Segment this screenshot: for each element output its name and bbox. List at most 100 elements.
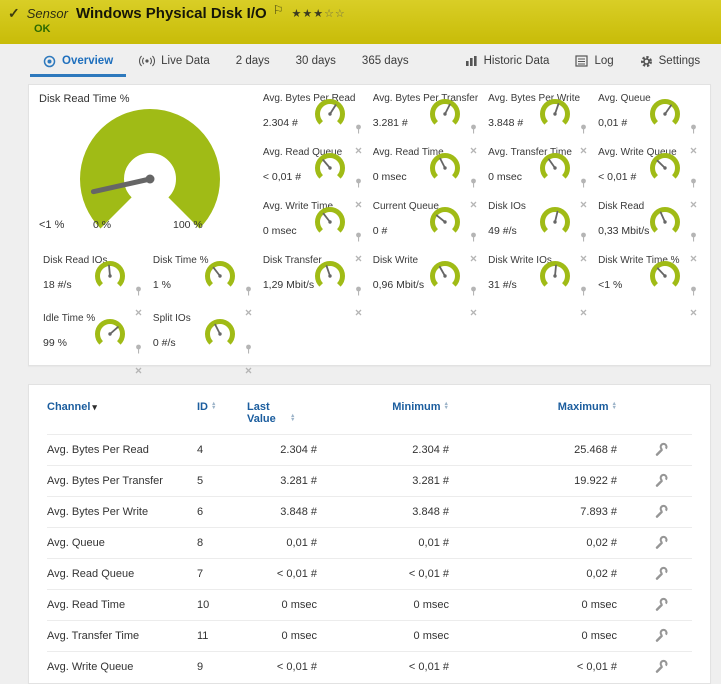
channel-row[interactable]: Avg. Queue80,01 #0,01 #0,02 # xyxy=(47,528,692,559)
gauge-action-icons[interactable] xyxy=(135,341,142,379)
channel-settings-icon[interactable] xyxy=(654,535,668,552)
tab-overview[interactable]: Overview xyxy=(30,48,126,77)
gauge-remove-icon[interactable] xyxy=(135,361,142,379)
tab-365-days[interactable]: 365 days xyxy=(349,48,422,77)
tab-30-days[interactable]: 30 days xyxy=(283,48,349,77)
channel-minimum-cell: 2.304 # xyxy=(317,435,449,466)
gauge-pin-icon[interactable] xyxy=(135,283,142,301)
gauge-action-icons[interactable] xyxy=(690,283,697,321)
channel-id-cell: 11 xyxy=(197,621,247,652)
channel-gauge-cell[interactable]: Split IOs 0 #/s xyxy=(147,311,257,367)
stars-empty[interactable]: ☆☆ xyxy=(324,8,346,20)
channel-gauge-dial xyxy=(313,97,347,131)
channel-gauge-cell[interactable]: Avg. Transfer Time 0 msec xyxy=(482,145,592,199)
gauge-pin-icon[interactable] xyxy=(470,175,477,193)
gauge-pin-icon[interactable] xyxy=(135,341,142,359)
gauge-pin-icon[interactable] xyxy=(355,121,362,139)
channel-row[interactable]: Avg. Bytes Per Transfer53.281 #3.281 #19… xyxy=(47,466,692,497)
gauge-pin-icon[interactable] xyxy=(245,341,252,359)
channel-gauge-cell[interactable]: Avg. Queue 0,01 # xyxy=(592,91,702,145)
gauge-pin-icon[interactable] xyxy=(690,229,697,247)
gauge-max-label: 100 % xyxy=(173,219,203,231)
primary-channel-gauge[interactable]: Disk Read Time % 0 % 100 % <1 % xyxy=(37,91,257,253)
channel-tools-cell xyxy=(617,652,692,683)
gauge-pin-icon[interactable] xyxy=(470,121,477,139)
column-header-id[interactable]: ID▲▼ xyxy=(197,397,247,435)
gauge-action-icons[interactable] xyxy=(245,341,252,379)
gauge-pin-icon[interactable] xyxy=(355,175,362,193)
gauge-pin-icon[interactable] xyxy=(470,229,477,247)
favorite-stars[interactable]: ★★★☆☆ xyxy=(291,7,345,20)
channel-gauge-dial xyxy=(313,259,347,293)
gauge-pin-icon[interactable] xyxy=(580,283,587,301)
gauge-action-icons[interactable] xyxy=(580,283,587,321)
stars-filled[interactable]: ★★★ xyxy=(291,8,324,20)
gauge-pin-icon[interactable] xyxy=(355,283,362,301)
channel-gauge-cell[interactable]: Disk Read IOs 18 #/s xyxy=(37,253,147,311)
channel-gauge-cell[interactable]: Idle Time % 99 % xyxy=(37,311,147,367)
channel-settings-icon[interactable] xyxy=(654,504,668,521)
column-header-last-value[interactable]: Last Value▲▼ xyxy=(247,397,317,435)
column-header-minimum[interactable]: Minimum▲▼ xyxy=(317,397,449,435)
channel-gauge-cell[interactable]: Avg. Write Time 0 msec xyxy=(257,199,367,253)
gauge-pin-icon[interactable] xyxy=(690,121,697,139)
channel-gauge-cell[interactable]: Avg. Bytes Per Transfer 3.281 # xyxy=(367,91,482,145)
channel-gauge-cell[interactable]: Current Queue 0 # xyxy=(367,199,482,253)
tab-log[interactable]: Log xyxy=(562,48,626,77)
gauge-pin-icon[interactable] xyxy=(355,229,362,247)
sensor-kind-label: Sensor xyxy=(27,6,68,21)
channel-settings-icon[interactable] xyxy=(654,659,668,676)
sort-toggle-icon: ▲▼ xyxy=(444,402,449,411)
channel-settings-icon[interactable] xyxy=(654,442,668,459)
gauge-pin-icon[interactable] xyxy=(580,121,587,139)
channel-gauge-cell[interactable]: Avg. Bytes Per Write 3.848 # xyxy=(482,91,592,145)
channel-row[interactable]: Avg. Bytes Per Write63.848 #3.848 #7.893… xyxy=(47,497,692,528)
channel-row[interactable]: Avg. Transfer Time110 msec0 msec0 msec xyxy=(47,621,692,652)
channel-gauge-cell[interactable]: Disk IOs 49 #/s xyxy=(482,199,592,253)
channel-gauge-cell[interactable]: Disk Time % 1 % xyxy=(147,253,257,311)
channel-settings-icon[interactable] xyxy=(654,566,668,583)
gauge-pin-icon[interactable] xyxy=(245,283,252,301)
channel-gauge-value: 3.281 # xyxy=(373,117,408,129)
channel-row[interactable]: Avg. Read Queue7< 0,01 #< 0,01 #0,02 # xyxy=(47,559,692,590)
column-header-channel[interactable]: Channel▾ xyxy=(47,397,197,435)
channel-gauge-cell[interactable]: Disk Write 0,96 Mbit/s xyxy=(367,253,482,311)
gauge-remove-icon[interactable] xyxy=(580,303,587,321)
channel-settings-icon[interactable] xyxy=(654,628,668,645)
priority-flag-icon[interactable]: ⚐ xyxy=(273,3,284,17)
column-header-maximum[interactable]: Maximum▲▼ xyxy=(449,397,617,435)
gauge-remove-icon[interactable] xyxy=(245,361,252,379)
channel-gauge-cell[interactable]: Avg. Read Time 0 msec xyxy=(367,145,482,199)
gauge-pin-icon[interactable] xyxy=(470,283,477,301)
channel-settings-icon[interactable] xyxy=(654,597,668,614)
gauge-pin-icon[interactable] xyxy=(690,283,697,301)
channel-gauge-cell[interactable]: Disk Transfer 1,29 Mbit/s xyxy=(257,253,367,311)
gauge-pin-icon[interactable] xyxy=(580,175,587,193)
gauge-action-icons[interactable] xyxy=(470,283,477,321)
channel-gauge-cell[interactable]: Disk Write Time % <1 % xyxy=(592,253,702,311)
column-header-label: Channel xyxy=(47,401,90,413)
tab-historic-data[interactable]: Historic Data xyxy=(452,48,563,77)
gauge-pin-icon[interactable] xyxy=(580,229,587,247)
tab-settings[interactable]: Settings xyxy=(627,48,714,77)
gauge-pin-icon[interactable] xyxy=(690,175,697,193)
gauge-action-icons[interactable] xyxy=(355,283,362,321)
live-icon xyxy=(139,55,155,67)
channel-gauge-cell[interactable]: Avg. Write Queue < 0,01 # xyxy=(592,145,702,199)
channel-gauge-cell[interactable]: Avg. Bytes Per Read 2.304 # xyxy=(257,91,367,145)
channel-gauge-cell[interactable]: Disk Write IOs 31 #/s xyxy=(482,253,592,311)
gauge-remove-icon[interactable] xyxy=(355,303,362,321)
channel-gauge-dial xyxy=(648,97,682,131)
channel-gauge-dial xyxy=(428,97,462,131)
channel-gauge-cell[interactable]: Disk Read 0,33 Mbit/s xyxy=(592,199,702,253)
channel-row[interactable]: Avg. Read Time100 msec0 msec0 msec xyxy=(47,590,692,621)
tab-2-days[interactable]: 2 days xyxy=(223,48,283,77)
channel-gauge-cell[interactable]: Avg. Read Queue < 0,01 # xyxy=(257,145,367,199)
gauge-remove-icon[interactable] xyxy=(690,303,697,321)
channel-settings-icon[interactable] xyxy=(654,473,668,490)
channel-row[interactable]: Avg. Write Queue9< 0,01 #< 0,01 #< 0,01 … xyxy=(47,652,692,683)
channel-row[interactable]: Avg. Bytes Per Read42.304 #2.304 #25.468… xyxy=(47,435,692,466)
tab-live-data[interactable]: Live Data xyxy=(126,48,223,77)
gauge-remove-icon[interactable] xyxy=(470,303,477,321)
channel-gauge-dial xyxy=(538,259,572,293)
